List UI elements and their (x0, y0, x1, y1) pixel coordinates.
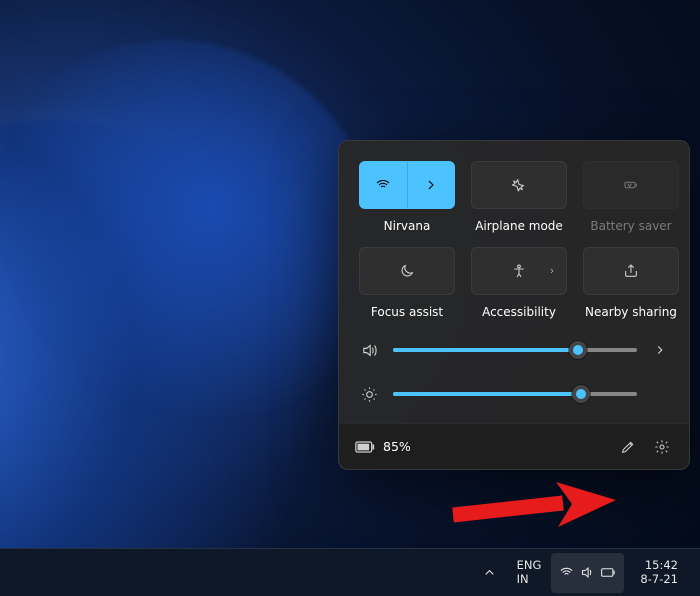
volume-row (359, 341, 669, 359)
tile-wifi-toggle[interactable] (360, 162, 408, 208)
battery-status[interactable]: 85% (355, 439, 411, 454)
tile-wrap-focus: Focus assist (359, 247, 455, 319)
quick-settings-footer: 85% (339, 423, 689, 469)
tile-focus-label: Focus assist (371, 305, 443, 319)
language-button[interactable]: ENG IN (509, 553, 550, 593)
clock-time: 15:42 (640, 559, 678, 572)
tile-wrap-nearby: Nearby sharing (583, 247, 679, 319)
tile-wifi-label: Nirvana (384, 219, 431, 233)
tile-airplane-label: Airplane mode (475, 219, 563, 233)
tile-battery-saver-label: Battery saver (590, 219, 671, 233)
clock-date: 8-7-21 (640, 573, 678, 586)
language-bottom: IN (517, 573, 542, 586)
chevron-right-icon (423, 177, 439, 193)
tile-nearby-sharing[interactable] (583, 247, 679, 295)
quick-settings-tiles: Nirvana Airplane mode Battery saver Focu… (339, 141, 689, 323)
taskbar: ENG IN 15:42 8-7-21 (0, 548, 700, 596)
volume-icon (580, 565, 595, 580)
accessibility-icon (511, 263, 527, 279)
tile-wrap-battery-saver: Battery saver (583, 161, 679, 233)
tile-accessibility[interactable] (471, 247, 567, 295)
volume-slider[interactable] (393, 341, 637, 359)
tile-wrap-accessibility: Accessibility (471, 247, 567, 319)
tile-airplane[interactable] (471, 161, 567, 209)
tile-battery-saver (583, 161, 679, 209)
volume-icon (359, 342, 379, 359)
pencil-icon (620, 439, 636, 455)
brightness-icon (359, 386, 379, 403)
chevron-up-icon (482, 565, 497, 580)
wifi-icon (375, 177, 391, 193)
battery-icon (601, 565, 616, 580)
settings-button[interactable] (645, 430, 679, 464)
battery-saver-icon (623, 177, 639, 193)
tile-accessibility-label: Accessibility (482, 305, 556, 319)
sliders-section (339, 323, 689, 423)
tile-wifi-expand[interactable] (408, 162, 455, 208)
tile-focus-assist[interactable] (359, 247, 455, 295)
share-icon (623, 263, 639, 279)
tile-nearby-label: Nearby sharing (585, 305, 677, 319)
edit-quick-settings-button[interactable] (611, 430, 645, 464)
volume-output-button[interactable] (651, 341, 669, 359)
clock-button[interactable]: 15:42 8-7-21 (626, 553, 692, 593)
wifi-icon (559, 565, 574, 580)
battery-text: 85% (383, 439, 411, 454)
airplane-icon (511, 177, 527, 193)
tile-wifi[interactable] (359, 161, 455, 209)
tray-overflow-button[interactable] (472, 553, 507, 593)
tile-wrap-airplane: Airplane mode (471, 161, 567, 233)
moon-icon (399, 263, 415, 279)
tile-wrap-wifi: Nirvana (359, 161, 455, 233)
battery-icon (355, 441, 375, 453)
gear-icon (654, 439, 670, 455)
quick-settings-panel: Nirvana Airplane mode Battery saver Focu… (338, 140, 690, 470)
chevron-right-icon (548, 267, 556, 275)
chevron-right-icon (653, 343, 667, 357)
brightness-row (359, 385, 669, 403)
brightness-slider[interactable] (393, 385, 637, 403)
system-tray-button[interactable] (551, 553, 624, 593)
language-top: ENG (517, 559, 542, 572)
